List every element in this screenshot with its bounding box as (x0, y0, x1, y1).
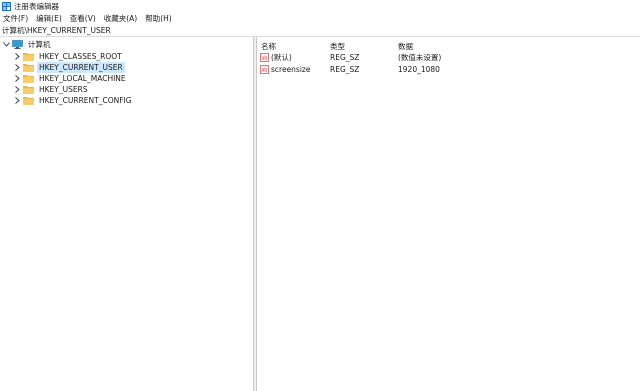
tree-item-hkey-current-user[interactable]: HKEY_CURRENT_USER (13, 62, 125, 73)
menu-edit[interactable]: 编辑(E) (36, 13, 62, 24)
tree-label: HKEY_USERS (39, 85, 88, 94)
menu-help[interactable]: 帮助(H) (145, 13, 172, 24)
column-header-type[interactable]: 类型 (330, 41, 345, 52)
tree-label: HKEY_CLASSES_ROOT (39, 52, 122, 61)
svg-text:ab: ab (261, 56, 267, 62)
menu-bar: 文件(F) 编辑(E) 查看(V) 收藏夹(A) 帮助(H) (0, 12, 640, 25)
tree-item-hkey-classes-root[interactable]: HKEY_CLASSES_ROOT (13, 51, 124, 62)
chevron-right-icon[interactable] (13, 62, 21, 73)
key-tree-pane[interactable]: 计算机 HKEY_CLASSES_ROOT HKEY_CURRENT_USER … (0, 37, 254, 391)
menu-view[interactable]: 查看(V) (70, 13, 96, 24)
pane-splitter[interactable] (254, 37, 257, 391)
registry-editor-icon (2, 1, 11, 11)
tree-item-hkey-local-machine[interactable]: HKEY_LOCAL_MACHINE (13, 73, 128, 84)
chevron-right-icon[interactable] (13, 51, 21, 62)
values-list-pane[interactable]: 名称 类型 数据 ab (默认) REG_SZ (数值未设置) ab scree… (258, 37, 640, 391)
chevron-right-icon[interactable] (13, 84, 21, 95)
column-header-name[interactable]: 名称 (261, 41, 276, 52)
value-data: 1920_1080 (398, 65, 440, 74)
title-bar: 注册表编辑器 (0, 0, 640, 12)
menu-favorites[interactable]: 收藏夹(A) (104, 13, 137, 24)
tree-item-hkey-users[interactable]: HKEY_USERS (13, 84, 90, 95)
folder-icon (23, 85, 34, 94)
column-header-data[interactable]: 数据 (398, 41, 413, 52)
folder-icon (23, 63, 34, 72)
tree-item-computer[interactable]: 计算机 (2, 39, 53, 50)
chevron-right-icon[interactable] (13, 95, 21, 106)
folder-icon (23, 52, 34, 61)
menu-file[interactable]: 文件(F) (3, 13, 28, 24)
tree-label-selected: HKEY_CURRENT_USER (37, 62, 125, 73)
address-bar[interactable]: 计算机\HKEY_CURRENT_USER (0, 25, 640, 37)
tree-label: HKEY_LOCAL_MACHINE (39, 74, 126, 83)
value-type: REG_SZ (330, 53, 360, 62)
value-row[interactable]: ab (默认) REG_SZ (数值未设置) (260, 52, 640, 63)
chevron-down-icon[interactable] (2, 39, 10, 50)
string-value-icon: ab (260, 65, 269, 74)
folder-icon (23, 74, 34, 83)
tree-label: HKEY_CURRENT_CONFIG (39, 96, 132, 105)
tree-item-hkey-current-config[interactable]: HKEY_CURRENT_CONFIG (13, 95, 134, 106)
string-value-icon: ab (260, 53, 269, 62)
value-type: REG_SZ (330, 65, 360, 74)
value-row[interactable]: ab screensize REG_SZ 1920_1080 (260, 64, 640, 75)
value-name: screensize (271, 65, 311, 74)
value-name: (默认) (271, 53, 292, 62)
computer-icon (12, 40, 23, 49)
address-path[interactable]: 计算机\HKEY_CURRENT_USER (2, 25, 111, 36)
chevron-right-icon[interactable] (13, 73, 21, 84)
folder-icon (23, 96, 34, 105)
window-title: 注册表编辑器 (14, 1, 59, 11)
svg-text:ab: ab (261, 68, 267, 74)
value-data: (数值未设置) (398, 53, 442, 62)
tree-label: 计算机 (28, 40, 51, 49)
